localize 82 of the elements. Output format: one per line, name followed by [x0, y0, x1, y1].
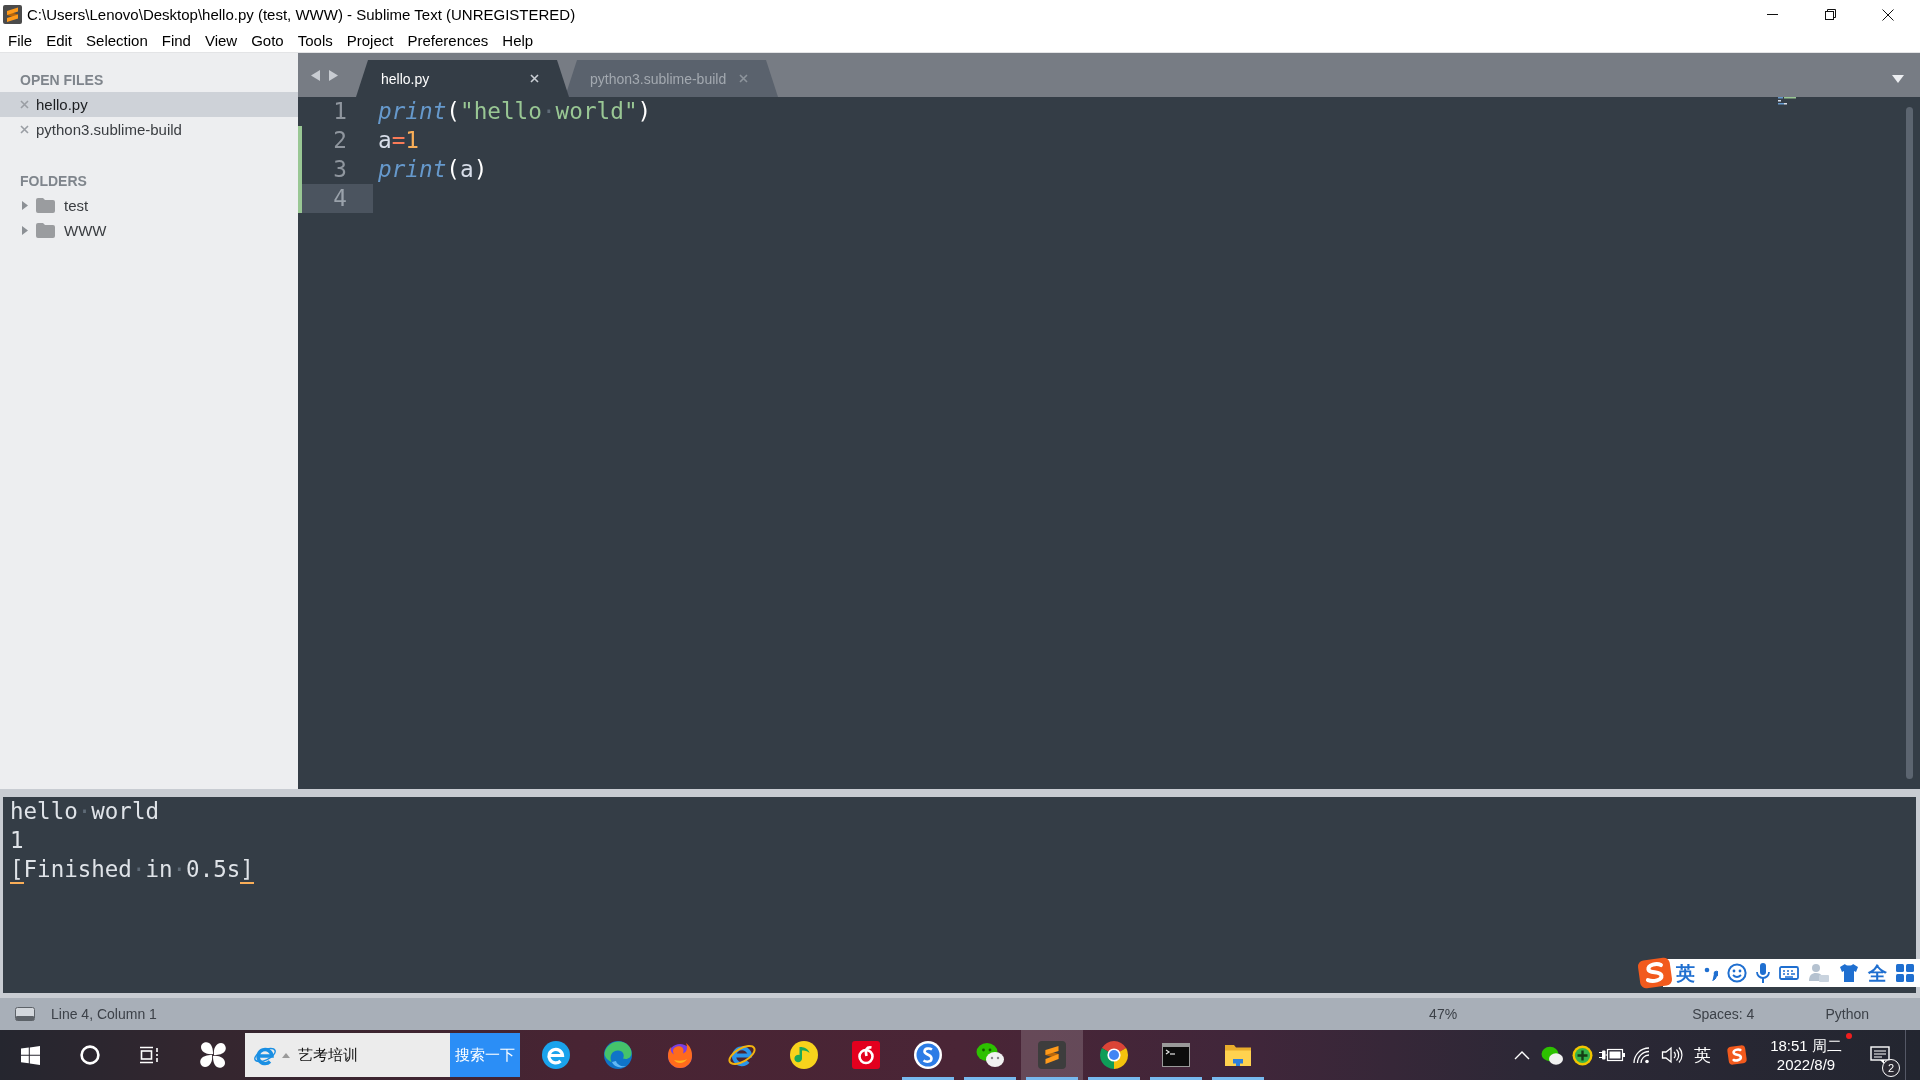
fox-globe-icon [665, 1040, 695, 1070]
e-circle-icon [541, 1040, 571, 1070]
circle-icon [80, 1045, 100, 1065]
caret-right-icon[interactable] [20, 226, 29, 235]
right-arrow-icon[interactable] [329, 70, 338, 81]
open-file-item[interactable]: hello.py [0, 92, 298, 117]
folder-item[interactable]: WWW [0, 218, 298, 243]
folder-icon [36, 198, 55, 213]
line-number: 1 [332, 97, 348, 126]
s-tile-icon [1037, 1040, 1067, 1070]
folder-icon [36, 223, 55, 238]
pinwheel-icon [197, 1040, 228, 1070]
left-arrow-icon[interactable] [311, 70, 320, 81]
menu-item[interactable]: Edit [39, 31, 80, 50]
section-heading: OPEN FILES [19, 71, 105, 90]
notification-dot-icon [1846, 1033, 1852, 1039]
syntax-setting[interactable]: Python [1825, 1006, 1869, 1022]
code-line: print(a) [378, 155, 489, 184]
close-icon[interactable] [530, 74, 539, 83]
keyboard-icon[interactable] [1779, 966, 1799, 980]
menu-item[interactable]: Project [339, 31, 401, 50]
music-tile-icon [851, 1040, 881, 1070]
app-logo-icon [3, 5, 22, 24]
restore-icon [1824, 9, 1836, 20]
chevron-up-icon [1514, 1050, 1530, 1060]
s-circle-icon [913, 1040, 943, 1070]
line-number: 4 [298, 184, 373, 213]
scrollbar[interactable] [1906, 107, 1913, 779]
menu-item[interactable]: Tools [290, 31, 340, 50]
microphone-icon[interactable] [1756, 963, 1770, 983]
output-line: 1 [10, 826, 24, 855]
terminal-icon [1161, 1040, 1191, 1070]
dropdown-icon[interactable] [1892, 75, 1904, 83]
volume-icon [1661, 1046, 1683, 1064]
section-heading: FOLDERS [19, 172, 88, 191]
smiley-icon[interactable] [1727, 963, 1747, 983]
plus-badge-icon [1571, 1044, 1593, 1066]
notification-icon [1870, 1046, 1890, 1064]
wifi-icon [1632, 1046, 1652, 1064]
punctuation-icon[interactable] [1704, 965, 1718, 981]
window-title: C:\Users\Lenovo\Desktop\hello.py (test, WWW) - Sublime Text (UNREGISTERED) [27, 6, 576, 23]
input-language-button[interactable]: 英 [1687, 1030, 1717, 1080]
task-view-icon [139, 1046, 161, 1064]
menu-item[interactable]: Selection [79, 31, 155, 50]
cursor-position: Line 4, Column 1 [51, 1006, 157, 1022]
chat-bubbles-icon [1541, 1045, 1563, 1065]
logo-icon[interactable] [1637, 956, 1673, 990]
panel-toggle-icon[interactable] [15, 1007, 35, 1021]
notification-button[interactable]: 2 [1855, 1030, 1905, 1080]
shirt-icon[interactable] [1839, 964, 1859, 982]
code-line: a=1 [378, 126, 420, 155]
menu-item[interactable]: File [1, 31, 40, 50]
swirl-icon [603, 1040, 633, 1070]
clock[interactable]: 18:51 周二 2022/8/9 [1757, 1030, 1855, 1080]
percentage-text: 47% [1429, 1006, 1458, 1022]
width-mode-button[interactable]: 全 [1868, 962, 1887, 984]
output-line: hello·world [10, 797, 159, 826]
minimize-icon [1766, 14, 1778, 15]
chat-bubbles-icon [975, 1040, 1005, 1070]
start-icon [20, 1045, 40, 1065]
logo-icon [1726, 1044, 1748, 1066]
menu-item[interactable]: View [197, 31, 245, 50]
indentation-setting[interactable]: Spaces: 4 [1692, 1006, 1755, 1022]
folder-item[interactable]: test [0, 193, 298, 218]
open-file-item[interactable]: python3.sublime-build [0, 117, 298, 142]
menu-item[interactable]: Find [154, 31, 198, 50]
grid-icon[interactable] [1896, 964, 1914, 982]
menu-item[interactable]: Help [495, 31, 541, 50]
segmented-circle-icon [1099, 1040, 1129, 1070]
line-number: 2 [298, 126, 373, 155]
input-mode-button[interactable]: 英 [1676, 962, 1695, 984]
battery-plug-icon [1599, 1048, 1625, 1062]
caret-right-icon[interactable] [20, 201, 29, 210]
code-line: print("hello·world") [378, 97, 653, 126]
music-note-icon [789, 1040, 819, 1070]
close-icon [1882, 8, 1894, 21]
tab[interactable]: hello.py [356, 60, 569, 97]
menu-item[interactable]: Preferences [400, 31, 496, 50]
notification-count: 2 [1882, 1059, 1900, 1077]
menu-item[interactable]: Goto [244, 31, 291, 50]
output-line: [Finished·in·0.5s] [10, 855, 254, 884]
search-field[interactable]: 艺考培训 [245, 1033, 450, 1077]
